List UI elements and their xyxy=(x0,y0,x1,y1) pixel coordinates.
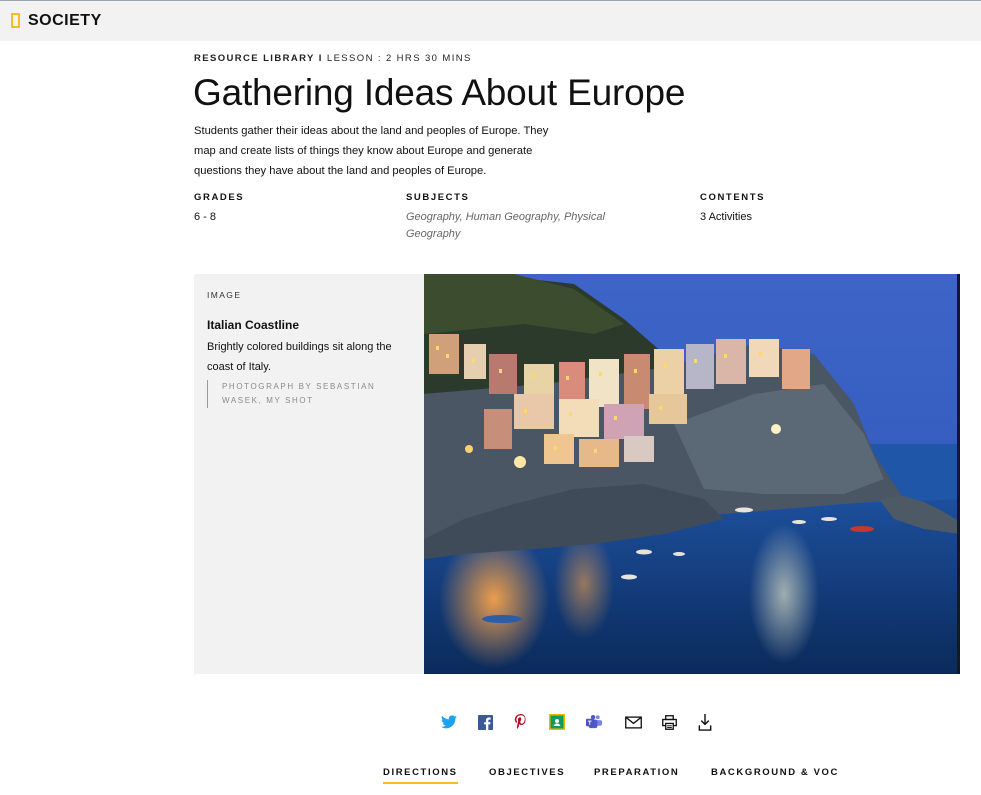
email-icon[interactable] xyxy=(623,712,643,732)
tab-background-container: BACKGROUND & VOCA xyxy=(711,760,839,790)
tab-background[interactable]: BACKGROUND & VOCA xyxy=(711,767,839,778)
page-description: Students gather their ideas about the la… xyxy=(194,125,549,177)
media-title: Italian Coastline xyxy=(207,318,300,332)
download-icon[interactable] xyxy=(695,712,715,732)
microsoft-teams-icon[interactable] xyxy=(584,712,604,732)
subjects-value: Geography, Human Geography, Physical Geo… xyxy=(406,211,605,240)
twitter-icon[interactable] xyxy=(439,712,459,732)
tab-preparation[interactable]: PREPARATION xyxy=(594,767,679,778)
grades-label: GRADES xyxy=(194,192,245,203)
media-type-label: IMAGE xyxy=(207,290,242,300)
breadcrumb-info: LESSON : 2 HRS 30 MINS xyxy=(326,53,472,64)
tab-directions[interactable]: DIRECTIONS xyxy=(383,767,458,784)
page-title: Gathering Ideas About Europe xyxy=(193,72,686,113)
media-credit: PHOTOGRAPH BY SEBASTIAN WASEK, MY SHOT xyxy=(207,380,397,408)
contents-label: CONTENTS xyxy=(700,192,766,203)
breadcrumb-section[interactable]: RESOURCE LIBRARY xyxy=(194,53,315,64)
pinterest-icon[interactable] xyxy=(511,712,531,732)
media-caption: Brightly colored buildings sit along the… xyxy=(207,341,392,373)
logo-text[interactable]: SOCIETY xyxy=(28,12,102,30)
nat-geo-logo-icon[interactable] xyxy=(11,13,20,28)
media-caption-panel: IMAGE Italian Coastline Brightly colored… xyxy=(194,274,424,674)
coastline-illustration xyxy=(424,274,960,674)
print-icon[interactable] xyxy=(659,712,679,732)
contents-value: 3 Activities xyxy=(700,211,752,223)
facebook-icon[interactable] xyxy=(475,712,495,732)
tab-objectives[interactable]: OBJECTIVES xyxy=(489,767,565,778)
top-bar: SOCIETY xyxy=(0,0,981,41)
subjects-label: SUBJECTS xyxy=(406,192,470,203)
italian-coastline-photo[interactable] xyxy=(424,274,960,674)
breadcrumb: RESOURCE LIBRARY I LESSON : 2 HRS 30 MIN… xyxy=(194,53,472,64)
grades-value: 6 - 8 xyxy=(194,211,217,223)
google-classroom-icon[interactable] xyxy=(547,712,567,732)
breadcrumb-separator: I xyxy=(318,53,323,64)
